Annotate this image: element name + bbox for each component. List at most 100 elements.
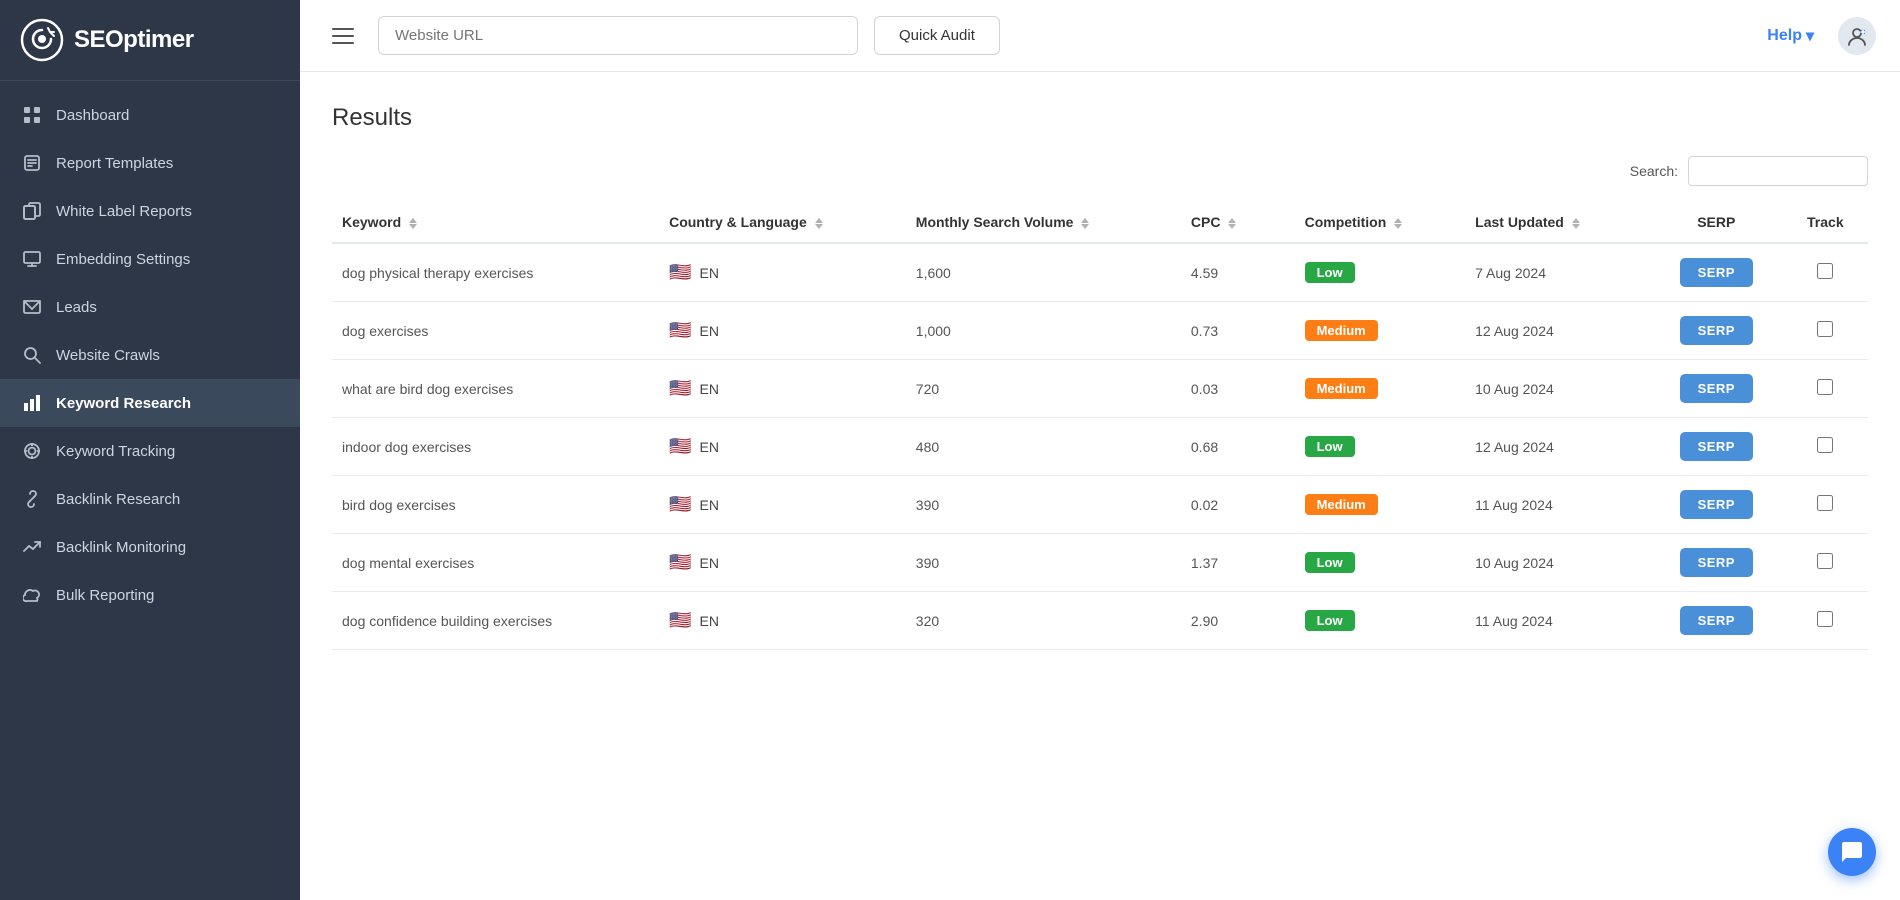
quick-audit-button[interactable]: Quick Audit [874, 16, 1000, 55]
serp-button[interactable]: SERP [1680, 316, 1753, 345]
flag-icon: 🇺🇸 [669, 436, 691, 457]
cell-serp: SERP [1650, 476, 1783, 534]
sidebar-item-label: Dashboard [56, 107, 129, 124]
sidebar: SEOptimer Dashboard Report Templates Whi… [0, 0, 300, 900]
sort-icon-competition [1394, 218, 1402, 229]
edit-icon [22, 153, 42, 173]
sidebar-item-leads[interactable]: Leads [0, 283, 300, 331]
serp-button[interactable]: SERP [1680, 258, 1753, 287]
sidebar-item-label: Leads [56, 299, 97, 316]
language-label: EN [700, 265, 719, 281]
cell-competition: Medium [1295, 360, 1466, 418]
language-label: EN [700, 439, 719, 455]
track-checkbox[interactable] [1817, 553, 1833, 569]
website-url-input[interactable] [378, 16, 858, 55]
cloud-icon [22, 585, 42, 605]
table-body: dog physical therapy exercises 🇺🇸 EN 1,6… [332, 243, 1868, 650]
table-row: bird dog exercises 🇺🇸 EN 390 0.02 Medium… [332, 476, 1868, 534]
cell-track [1783, 592, 1868, 650]
cell-serp: SERP [1650, 534, 1783, 592]
sidebar-item-dashboard[interactable]: Dashboard [0, 91, 300, 139]
track-checkbox[interactable] [1817, 263, 1833, 279]
sidebar-item-backlink-monitoring[interactable]: Backlink Monitoring [0, 523, 300, 571]
help-button[interactable]: Help ▾ [1759, 22, 1822, 50]
col-header-competition[interactable]: Competition [1295, 202, 1466, 243]
sidebar-item-white-label[interactable]: White Label Reports [0, 187, 300, 235]
search-input[interactable] [1688, 156, 1868, 186]
cell-keyword: bird dog exercises [332, 476, 659, 534]
flag-icon: 🇺🇸 [669, 262, 691, 283]
track-checkbox[interactable] [1817, 379, 1833, 395]
cell-country: 🇺🇸 EN [659, 592, 906, 650]
user-avatar[interactable] [1838, 17, 1876, 55]
language-label: EN [700, 613, 719, 629]
sidebar-item-label: Website Crawls [56, 347, 160, 364]
cell-serp: SERP [1650, 243, 1783, 302]
col-header-cpc[interactable]: CPC [1181, 202, 1295, 243]
cell-competition: Medium [1295, 302, 1466, 360]
col-header-volume[interactable]: Monthly Search Volume [906, 202, 1181, 243]
cell-keyword: dog physical therapy exercises [332, 243, 659, 302]
cell-track [1783, 302, 1868, 360]
language-label: EN [700, 555, 719, 571]
col-header-updated[interactable]: Last Updated [1465, 202, 1650, 243]
grid-icon [22, 105, 42, 125]
cell-keyword: what are bird dog exercises [332, 360, 659, 418]
serp-button[interactable]: SERP [1680, 432, 1753, 461]
sidebar-item-embedding[interactable]: Embedding Settings [0, 235, 300, 283]
monitor-icon [22, 249, 42, 269]
cell-competition: Low [1295, 418, 1466, 476]
cell-competition: Low [1295, 243, 1466, 302]
sidebar-item-label: Keyword Research [56, 395, 191, 412]
table-row: indoor dog exercises 🇺🇸 EN 480 0.68 Low … [332, 418, 1868, 476]
col-header-country[interactable]: Country & Language [659, 202, 906, 243]
sidebar-item-keyword-tracking[interactable]: Keyword Tracking [0, 427, 300, 475]
sidebar-item-keyword-research[interactable]: Keyword Research [0, 379, 300, 427]
cell-cpc: 0.68 [1181, 418, 1295, 476]
cell-keyword: dog mental exercises [332, 534, 659, 592]
menu-toggle-button[interactable] [324, 24, 362, 48]
sort-icon-cpc [1228, 218, 1236, 229]
cell-last-updated: 12 Aug 2024 [1465, 418, 1650, 476]
search-label: Search: [1630, 163, 1678, 179]
cell-last-updated: 11 Aug 2024 [1465, 592, 1650, 650]
table-header-row: Keyword Country & Language [332, 202, 1868, 243]
serp-button[interactable]: SERP [1680, 548, 1753, 577]
menu-line [332, 42, 354, 44]
col-header-keyword[interactable]: Keyword [332, 202, 659, 243]
cell-country: 🇺🇸 EN [659, 360, 906, 418]
cell-track [1783, 476, 1868, 534]
sidebar-item-website-crawls[interactable]: Website Crawls [0, 331, 300, 379]
sidebar-item-bulk-reporting[interactable]: Bulk Reporting [0, 571, 300, 619]
logo-text: SEOptimer [74, 26, 194, 54]
chat-bubble-button[interactable] [1828, 828, 1876, 876]
cell-cpc: 0.03 [1181, 360, 1295, 418]
page-title: Results [332, 104, 1868, 132]
chat-icon [1840, 840, 1864, 864]
copy-icon [22, 201, 42, 221]
competition-badge: Low [1305, 262, 1355, 283]
main-area: Quick Audit Help ▾ Results Search: [300, 0, 1900, 900]
track-checkbox[interactable] [1817, 437, 1833, 453]
cell-volume: 480 [906, 418, 1181, 476]
sort-icon-country [815, 218, 823, 229]
serp-button[interactable]: SERP [1680, 490, 1753, 519]
language-label: EN [700, 497, 719, 513]
flag-icon: 🇺🇸 [669, 610, 691, 631]
cell-track [1783, 418, 1868, 476]
target-icon [22, 441, 42, 461]
results-table-wrap: Keyword Country & Language [332, 202, 1868, 650]
serp-button[interactable]: SERP [1680, 374, 1753, 403]
sidebar-item-backlink-research[interactable]: Backlink Research [0, 475, 300, 523]
track-checkbox[interactable] [1817, 611, 1833, 627]
track-checkbox[interactable] [1817, 495, 1833, 511]
flag-icon: 🇺🇸 [669, 378, 691, 399]
serp-button[interactable]: SERP [1680, 606, 1753, 635]
track-checkbox[interactable] [1817, 321, 1833, 337]
flag-icon: 🇺🇸 [669, 552, 691, 573]
cell-serp: SERP [1650, 418, 1783, 476]
competition-badge: Medium [1305, 378, 1378, 399]
competition-badge: Low [1305, 552, 1355, 573]
flag-icon: 🇺🇸 [669, 494, 691, 515]
sidebar-item-report-templates[interactable]: Report Templates [0, 139, 300, 187]
